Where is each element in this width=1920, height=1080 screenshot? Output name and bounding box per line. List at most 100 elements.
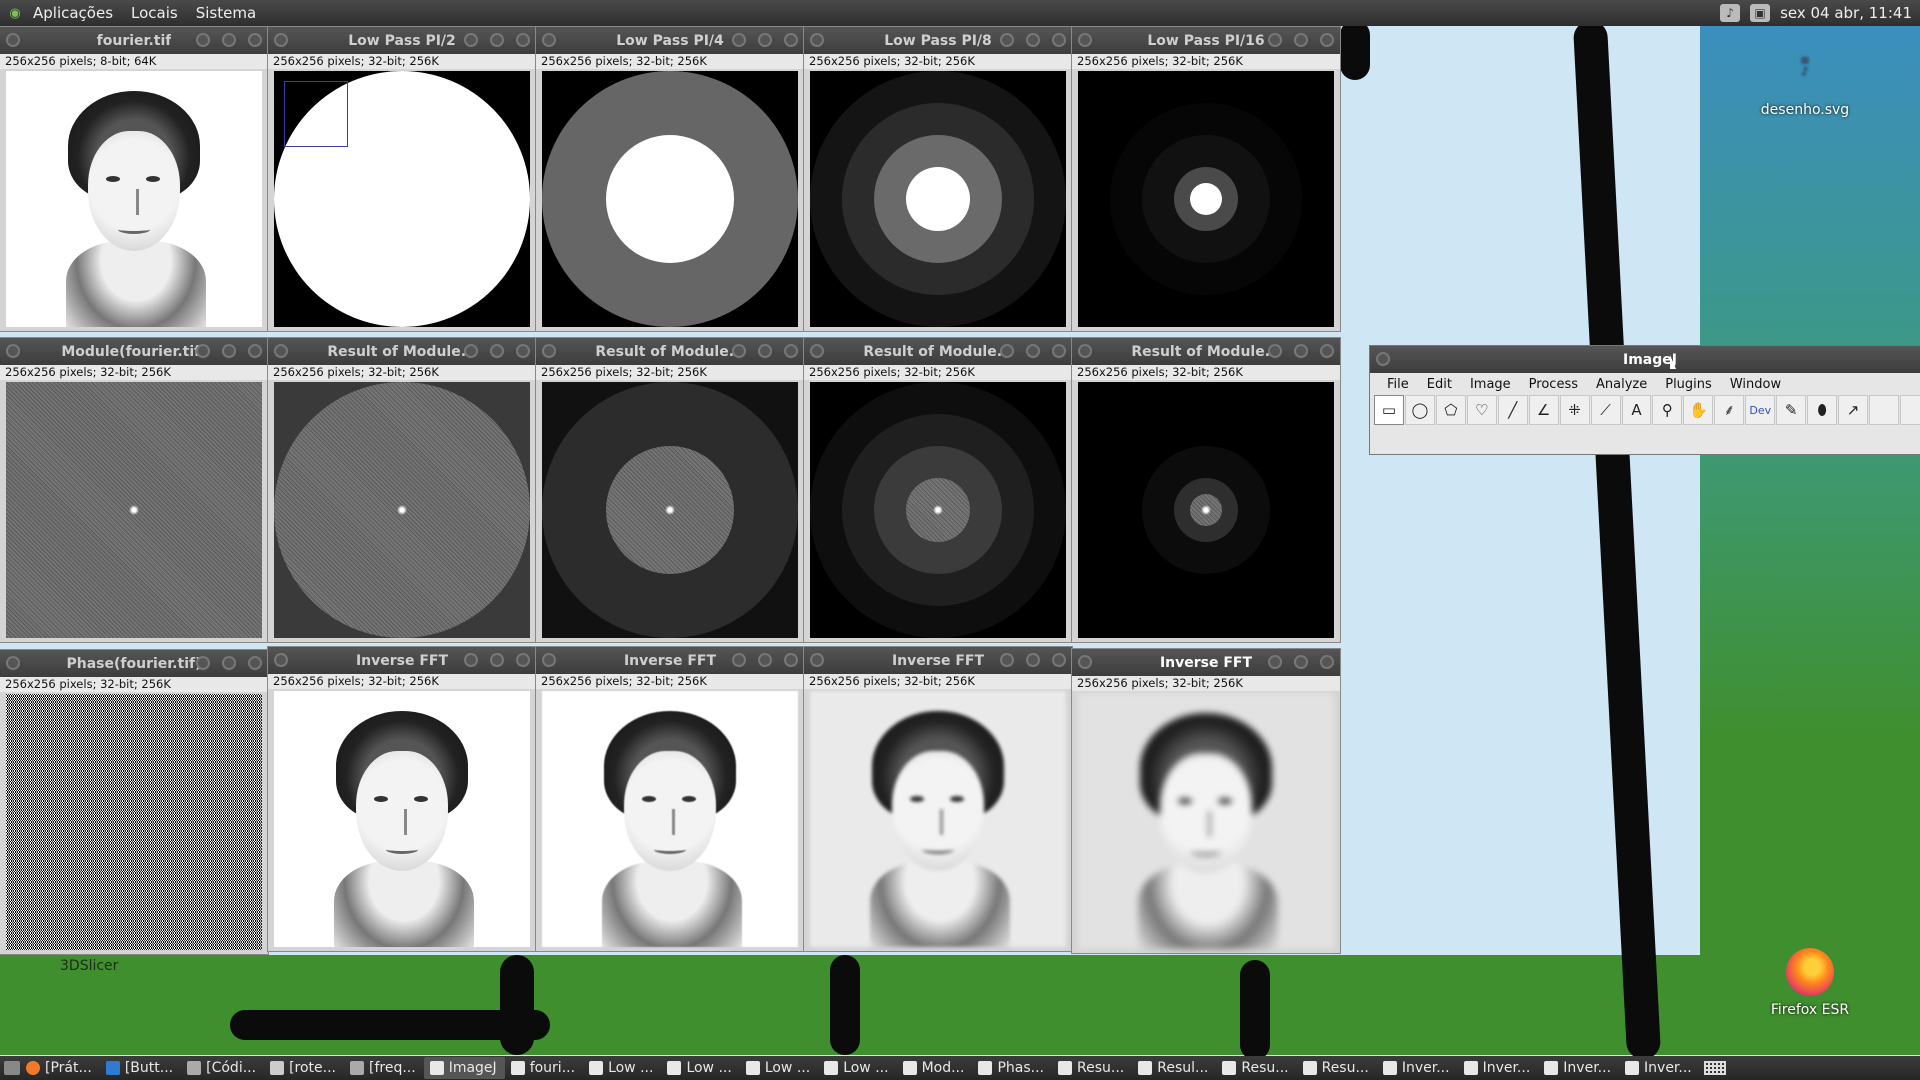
- close-button[interactable]: [1052, 33, 1066, 47]
- taskbar-item[interactable]: Resul...: [1132, 1057, 1216, 1079]
- menu-file[interactable]: File: [1380, 377, 1416, 392]
- minimize-button[interactable]: [1268, 33, 1282, 47]
- workspace-switcher-icon[interactable]: [1703, 1061, 1726, 1075]
- dev-tool[interactable]: Dev: [1745, 395, 1776, 425]
- minimize-button[interactable]: [1268, 655, 1282, 669]
- image-canvas[interactable]: [810, 71, 1066, 327]
- window-titlebar[interactable]: ImageJ: [1370, 346, 1920, 373]
- window-titlebar[interactable]: Low Pass PI/4: [536, 27, 804, 54]
- maximize-button[interactable]: [1026, 344, 1040, 358]
- taskbar-item[interactable]: [Códi...: [181, 1057, 264, 1079]
- window-titlebar[interactable]: fourier.tif: [0, 27, 268, 54]
- angle-tool-icon[interactable]: ∠: [1528, 395, 1559, 425]
- desktop-icon-3dslicer-label[interactable]: 3DSlicer: [60, 958, 118, 974]
- line-tool-icon[interactable]: ╱: [1497, 395, 1528, 425]
- taskbar-item[interactable]: Low ...: [661, 1057, 739, 1079]
- wand-tool-icon[interactable]: ⟋: [1590, 395, 1621, 425]
- dropper-tool-icon[interactable]: ⸙: [1714, 395, 1745, 425]
- window-titlebar[interactable]: Inverse FFT: [536, 647, 804, 674]
- volume-icon[interactable]: ♪: [1720, 4, 1741, 22]
- window-titlebar[interactable]: Inverse FFT: [268, 647, 536, 674]
- taskbar-item[interactable]: Phas...: [972, 1057, 1052, 1079]
- maximize-button[interactable]: [222, 656, 236, 670]
- close-button[interactable]: [1052, 344, 1066, 358]
- menu-window[interactable]: Window: [1723, 377, 1788, 392]
- taskbar-item[interactable]: [Butt...: [100, 1057, 181, 1079]
- minimize-button[interactable]: [196, 344, 210, 358]
- close-button[interactable]: [248, 33, 262, 47]
- menu-locais[interactable]: Locais: [122, 4, 187, 22]
- image-window-result-3[interactable]: Result of Module... 256x256 pixels; 32-b…: [804, 338, 1072, 642]
- image-canvas[interactable]: [542, 691, 798, 947]
- maximize-button[interactable]: [758, 33, 772, 47]
- rectangle-tool-icon[interactable]: ▭: [1374, 395, 1404, 425]
- image-window-fourier[interactable]: fourier.tif 256x256 pixels; 8-bit; 64K: [0, 27, 268, 331]
- text-tool-icon[interactable]: A: [1621, 395, 1652, 425]
- taskbar-item[interactable]: ImageJ: [423, 1057, 505, 1079]
- image-canvas[interactable]: [1078, 693, 1334, 949]
- image-window-inverse-fft-1[interactable]: Inverse FFT 256x256 pixels; 32-bit; 256K: [268, 647, 536, 951]
- window-menu-button[interactable]: [6, 344, 20, 358]
- image-canvas[interactable]: [274, 382, 530, 638]
- close-button[interactable]: [516, 344, 530, 358]
- maximize-button[interactable]: [1294, 655, 1308, 669]
- maximize-button[interactable]: [758, 344, 772, 358]
- window-menu-button[interactable]: [274, 344, 288, 358]
- image-canvas[interactable]: [810, 382, 1066, 638]
- window-menu-button[interactable]: [1078, 655, 1092, 669]
- image-window-inverse-fft-3[interactable]: Inverse FFT 256x256 pixels; 32-bit; 256K: [804, 647, 1072, 951]
- window-menu-button[interactable]: [1376, 352, 1390, 366]
- image-window-inverse-fft-4[interactable]: Inverse FFT 256x256 pixels; 32-bit; 256K: [1072, 649, 1340, 953]
- brush-tool-icon[interactable]: ✎: [1776, 395, 1807, 425]
- window-titlebar[interactable]: Result of Module...: [804, 338, 1072, 365]
- close-button[interactable]: [1052, 653, 1066, 667]
- maximize-button[interactable]: [1026, 653, 1040, 667]
- taskbar-item[interactable]: Inver...: [1458, 1057, 1539, 1079]
- menu-sistema[interactable]: Sistema: [187, 4, 265, 22]
- window-menu-button[interactable]: [1078, 344, 1092, 358]
- maximize-button[interactable]: [222, 33, 236, 47]
- window-titlebar[interactable]: Result of Module...: [536, 338, 804, 365]
- minimize-button[interactable]: [196, 656, 210, 670]
- maximize-button[interactable]: [1294, 344, 1308, 358]
- image-canvas[interactable]: [542, 382, 798, 638]
- polygon-tool-icon[interactable]: ⬠: [1435, 395, 1466, 425]
- taskbar-item[interactable]: Mod...: [897, 1057, 973, 1079]
- window-menu-button[interactable]: [274, 653, 288, 667]
- minimize-button[interactable]: [464, 33, 478, 47]
- taskbar-item[interactable]: Low ...: [740, 1057, 818, 1079]
- image-canvas[interactable]: [810, 691, 1066, 947]
- minimize-button[interactable]: [732, 653, 746, 667]
- taskbar-item[interactable]: Resu...: [1297, 1057, 1377, 1079]
- minimize-button[interactable]: [1000, 33, 1014, 47]
- minimize-button[interactable]: [464, 653, 478, 667]
- image-window-result-1[interactable]: Result of Module... 256x256 pixels; 32-b…: [268, 338, 536, 642]
- window-titlebar[interactable]: Inverse FFT: [1072, 649, 1340, 676]
- close-button[interactable]: [248, 344, 262, 358]
- image-window-lowpass-pi2[interactable]: Low Pass PI/2 256x256 pixels; 32-bit; 25…: [268, 27, 536, 331]
- close-button[interactable]: [784, 653, 798, 667]
- window-menu-button[interactable]: [274, 33, 288, 47]
- arrow-tool-icon[interactable]: ↗: [1838, 395, 1868, 425]
- flood-fill-tool-icon[interactable]: ⬮: [1807, 395, 1838, 425]
- taskbar-item[interactable]: Resu...: [1216, 1057, 1296, 1079]
- close-button[interactable]: [1320, 655, 1334, 669]
- window-menu-button[interactable]: [6, 33, 20, 47]
- image-canvas[interactable]: [6, 694, 262, 950]
- window-menu-button[interactable]: [810, 653, 824, 667]
- maximize-button[interactable]: [758, 653, 772, 667]
- window-titlebar[interactable]: Module(fourier.tif): [0, 338, 268, 365]
- window-menu-button[interactable]: [542, 33, 556, 47]
- taskbar-item[interactable]: Low ...: [818, 1057, 896, 1079]
- window-titlebar[interactable]: Result of Module...: [1072, 338, 1340, 365]
- close-button[interactable]: [516, 653, 530, 667]
- menu-analyze[interactable]: Analyze: [1589, 377, 1654, 392]
- image-window-phase[interactable]: Phase(fourier.tif) 256x256 pixels; 32-bi…: [0, 650, 268, 954]
- show-desktop-icon[interactable]: [4, 1061, 20, 1075]
- image-window-lowpass-pi4[interactable]: Low Pass PI/4 256x256 pixels; 32-bit; 25…: [536, 27, 804, 331]
- minimize-button[interactable]: [464, 344, 478, 358]
- window-titlebar[interactable]: Low Pass PI/2: [268, 27, 536, 54]
- menu-process[interactable]: Process: [1522, 377, 1585, 392]
- close-button[interactable]: [516, 33, 530, 47]
- minimize-button[interactable]: [1000, 653, 1014, 667]
